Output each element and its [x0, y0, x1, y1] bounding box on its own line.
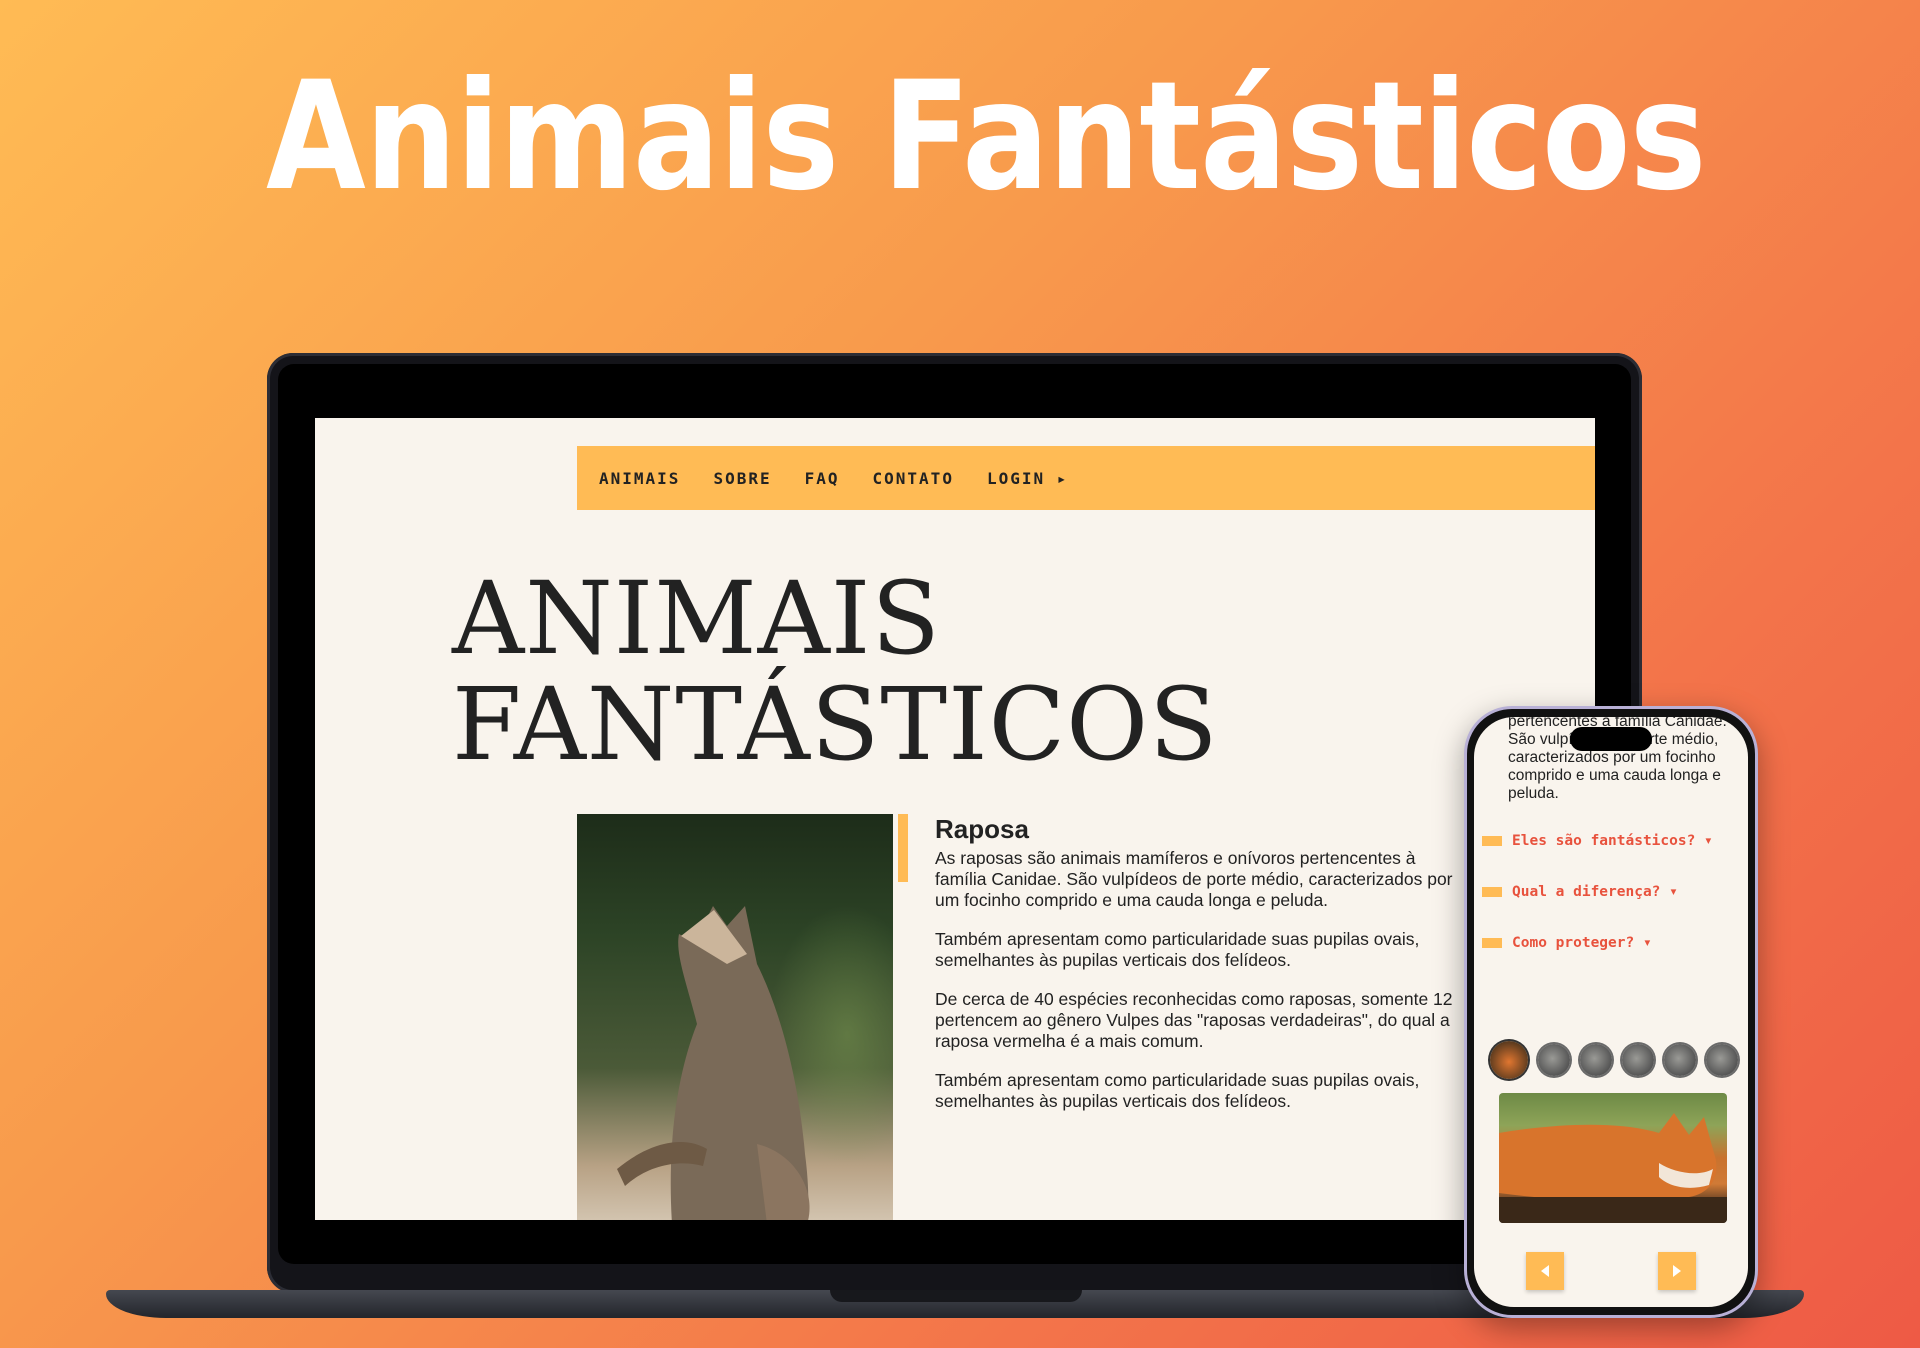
site-title-line2: FANTÁSTICOS	[452, 666, 1219, 783]
article-paragraph: As raposas são animais mamíferos e onívo…	[935, 848, 1453, 910]
chevron-left-icon	[1541, 1265, 1549, 1277]
thumbnail-macaco[interactable]	[1706, 1044, 1738, 1076]
thumbnail-lobo[interactable]	[1622, 1044, 1654, 1076]
thumbnail-morcego[interactable]	[1664, 1044, 1696, 1076]
previous-button[interactable]	[1526, 1252, 1564, 1290]
faq-question: Como proteger? ▾	[1512, 935, 1652, 951]
phone-screen: pertencentes à família Canidae. São vulp…	[1474, 717, 1748, 1307]
faq-bar	[1482, 938, 1502, 948]
article-accent-bar	[898, 814, 908, 882]
nav-item-login[interactable]: LOGIN ▸	[987, 469, 1068, 488]
faq-item-proteger[interactable]: Como proteger? ▾	[1482, 935, 1652, 951]
faq-bar	[1482, 836, 1502, 846]
article-heading: Raposa	[935, 814, 1029, 844]
article: Raposa As raposas são animais mamíferos …	[935, 814, 1455, 1130]
thumbnail-urso[interactable]	[1580, 1044, 1612, 1076]
thumbnail-esquilo[interactable]	[1538, 1044, 1570, 1076]
dynamic-island	[1570, 727, 1652, 751]
hero-title: Animais Fantásticos	[266, 50, 1707, 224]
faq-question: Qual a diferença? ▾	[1512, 884, 1678, 900]
phone-fox-photo	[1499, 1093, 1727, 1223]
nav-item-contato[interactable]: CONTATO	[873, 469, 954, 488]
nav-item-animais[interactable]: ANIMAIS	[599, 469, 680, 488]
fox-photo	[577, 814, 893, 1220]
faq-item-fantasticos[interactable]: Eles são fantásticos? ▾	[1482, 833, 1713, 849]
thumbnail-raposa[interactable]	[1490, 1041, 1528, 1079]
article-paragraph: Também apresentam como particularidade s…	[935, 929, 1420, 970]
next-button[interactable]	[1658, 1252, 1696, 1290]
faq-bar	[1482, 887, 1502, 897]
site-title-line1: ANIMAIS	[452, 560, 941, 677]
nav-item-sobre[interactable]: SOBRE	[713, 469, 771, 488]
laptop-notch	[830, 1290, 1082, 1302]
chevron-right-icon	[1673, 1265, 1681, 1277]
article-paragraph: Também apresentam como particularidade s…	[935, 1070, 1420, 1111]
nav-item-faq[interactable]: FAQ	[805, 469, 840, 488]
article-paragraph: De cerca de 40 espécies reconhecidas com…	[935, 989, 1453, 1051]
animal-thumbnails	[1490, 1041, 1738, 1079]
site-title: ANIMAIS FANTÁSTICOS	[452, 566, 1219, 778]
laptop-screen: ANIMAIS SOBRE FAQ CONTATO LOGIN ▸ ANIMAI…	[315, 418, 1595, 1220]
site-nav: ANIMAIS SOBRE FAQ CONTATO LOGIN ▸	[577, 446, 1595, 510]
faq-question: Eles são fantásticos? ▾	[1512, 833, 1713, 849]
faq-item-diferenca[interactable]: Qual a diferença? ▾	[1482, 884, 1678, 900]
